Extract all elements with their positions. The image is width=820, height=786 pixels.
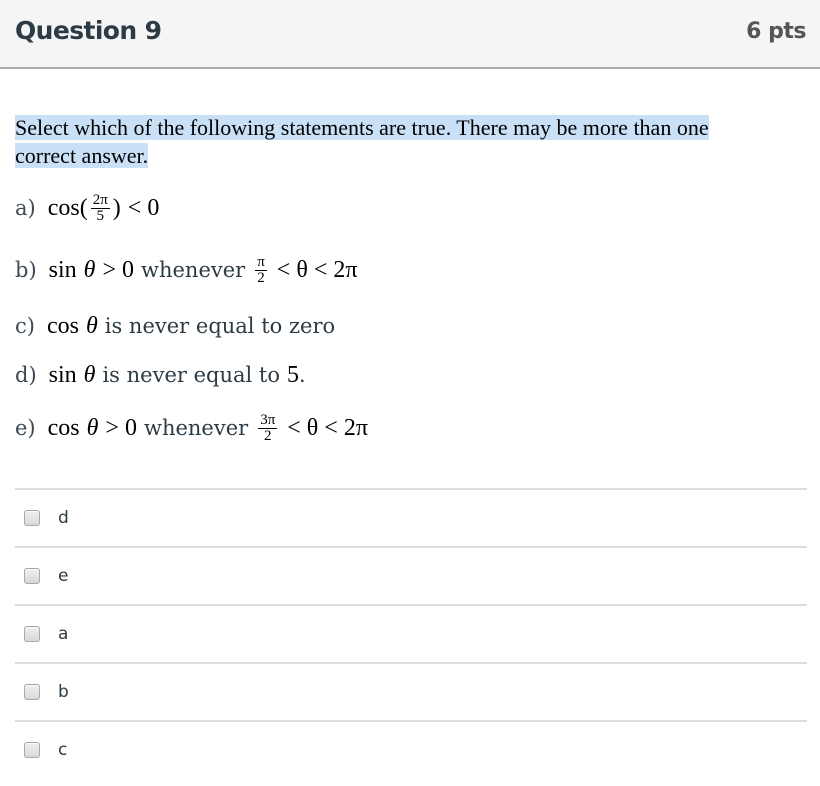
math-function: sin [48,256,77,283]
prompt-line-1: Select which of the following statements… [15,115,709,140]
math-relation: < 0 [127,194,160,221]
math-value: 5 [286,361,299,388]
math-function: sin [48,361,77,388]
answer-option-e[interactable]: e [15,546,807,604]
checkbox[interactable] [24,684,40,700]
checkbox[interactable] [24,568,40,584]
math-close-paren: ) [112,194,121,221]
fraction-numerator: 3π [258,411,278,429]
fraction: 3π 2 [258,411,278,444]
answer-option-d[interactable]: d [15,488,807,546]
answer-label[interactable]: c [58,740,67,760]
fraction-numerator: 2π [90,191,110,209]
question-points: 6 pts [746,19,806,44]
math-function: cos( [47,194,88,221]
statement-letter: c) [15,314,35,338]
answer-option-b[interactable]: b [15,662,807,720]
statement-letter: b) [15,258,37,282]
fraction-denominator: 2 [257,269,265,286]
statement-letter: d) [15,363,37,387]
answer-list: d e a b c [15,488,807,778]
answer-option-c[interactable]: c [15,720,807,778]
answer-option-a[interactable]: a [15,604,807,662]
checkbox[interactable] [24,626,40,642]
statement-letter: a) [15,196,36,220]
math-range: < θ < 2π [276,256,358,283]
statement-text: is never equal to [102,363,280,387]
fraction: 2π 5 [90,191,110,224]
statement-period: . [298,363,306,387]
fraction-numerator: π [255,253,267,271]
prompt-line-2: correct answer. [15,143,149,168]
checkbox[interactable] [24,510,40,526]
statement-b: b) sin θ > 0 whenever π 2 < θ < 2π [15,253,357,287]
question-header: Question 9 6 pts [0,0,820,69]
statement-letter: e) [15,416,36,440]
statement-word: whenever [143,416,249,440]
question-prompt: Select which of the following statements… [15,114,795,170]
math-function: cos [47,414,80,441]
question-title: Question 9 [15,16,162,45]
checkbox[interactable] [24,742,40,758]
math-relation: > 0 [102,256,134,283]
fraction-denominator: 5 [96,207,104,224]
answer-label[interactable]: a [58,624,68,644]
math-relation: > 0 [105,414,137,441]
answer-label[interactable]: b [58,682,69,702]
answer-label[interactable]: d [58,508,69,528]
statement-text: is never equal to zero [104,314,336,338]
statement-e: e) cos θ > 0 whenever 3π 2 < θ < 2π [15,411,368,445]
math-range: < θ < 2π [287,414,368,441]
statement-a: a) cos( 2π 5 ) < 0 [15,191,159,225]
math-variable: θ [86,414,99,441]
fraction-denominator: 2 [263,427,272,444]
fraction: π 2 [255,253,267,286]
answer-label[interactable]: e [58,566,68,586]
statement-d: d) sin θ is never equal to 5 . [15,358,306,392]
math-variable: θ [83,256,96,283]
math-variable: θ [85,312,98,339]
statement-c: c) cos θ is never equal to zero [15,309,335,343]
statement-word: whenever [141,258,246,282]
math-variable: θ [83,361,96,388]
math-function: cos [46,312,79,339]
